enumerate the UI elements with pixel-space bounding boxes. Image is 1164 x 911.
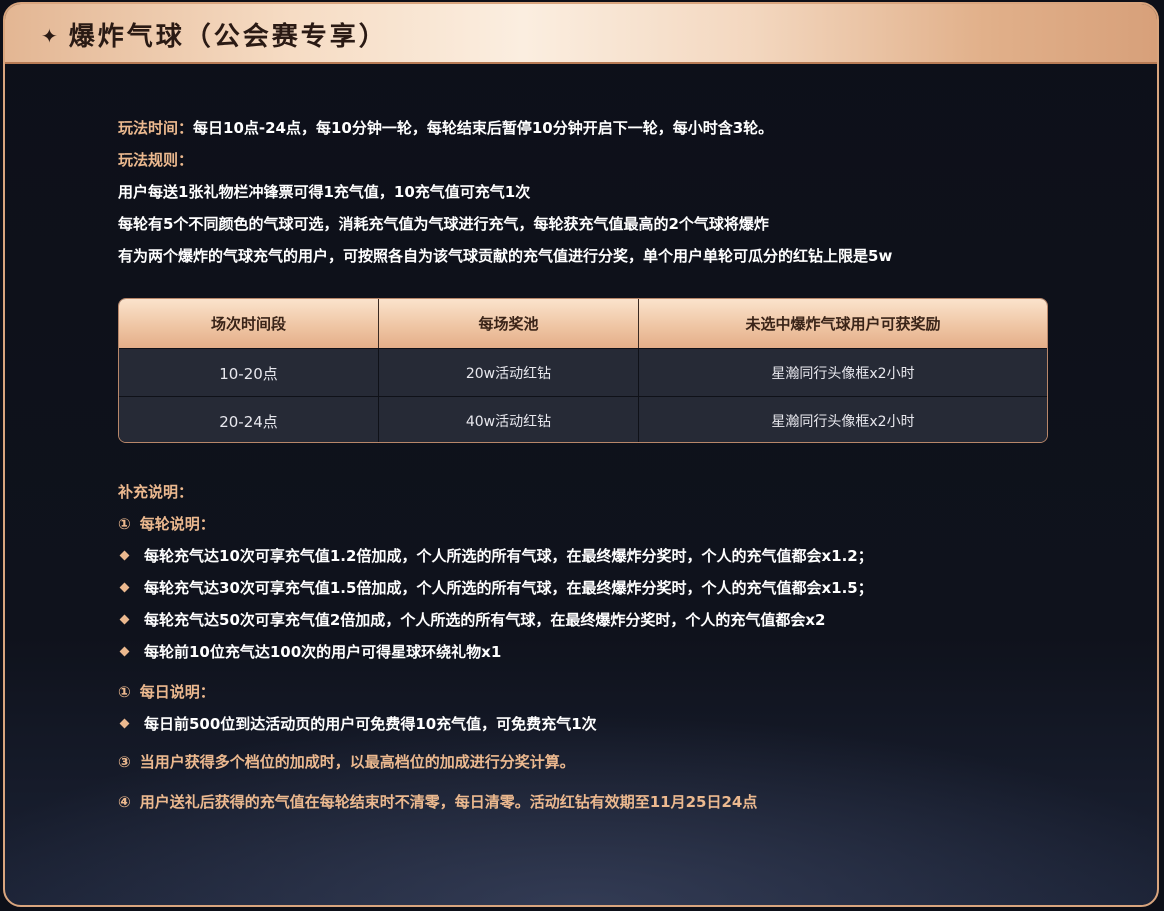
reward-table: 场次时间段 每场奖池 未选中爆炸气球用户可获奖励 10-20点 20w活动红钻 …: [118, 298, 1048, 443]
diamond-bullet-icon: [119, 550, 130, 561]
list-item: 每轮充气达50次可享充气值2倍加成，个人所选的所有气球，在最终爆炸分奖时，个人的…: [118, 609, 825, 630]
note-line: ③ 当用户获得多个档位的加成时，以最高档位的加成进行分奖计算。: [118, 751, 575, 772]
per-round-heading: ① 每轮说明：: [118, 513, 215, 534]
rule-line: 每轮有5个不同颜色的气球可选，消耗充气值为气球进行充气，每轮获充气值最高的2个气…: [118, 215, 769, 233]
rules-panel: ✦ 爆炸气球（公会赛专享） 玩法时间：每日10点-24点，每10分钟一轮，每轮结束…: [3, 2, 1159, 907]
table-row: 10-20点 20w活动红钻 星瀚同行头像框x2小时: [119, 348, 1047, 397]
panel-title: ✦ 爆炸气球（公会赛专享）: [41, 16, 388, 53]
table-cell: 20-24点: [119, 397, 379, 442]
panel-header: ✦ 爆炸气球（公会赛专享）: [5, 4, 1157, 64]
circled-number: ①: [118, 683, 131, 701]
list-item-text: 每日前500位到达活动页的用户可免费得10充气值，可免费充气1次: [144, 715, 597, 733]
notes-label: 补充说明：: [118, 483, 194, 501]
table-header-cell: 每场奖池: [379, 299, 639, 348]
circled-number: ③: [118, 753, 131, 771]
rule-line: 用户每送1张礼物栏冲锋票可得1充气值，10充气值可充气1次: [118, 183, 531, 201]
daily-label: 每日说明：: [139, 683, 215, 701]
play-time-text: 每日10点-24点，每10分钟一轮，每轮结束后暂停10分钟开启下一轮，每小时含3…: [193, 119, 774, 137]
diamond-bullet-icon: [119, 718, 130, 729]
table-cell: 星瀚同行头像框x2小时: [771, 414, 915, 430]
table-header-row: 场次时间段 每场奖池 未选中爆炸气球用户可获奖励: [119, 299, 1047, 348]
table-header-cell: 未选中爆炸气球用户可获奖励: [745, 315, 941, 333]
table-cell: 20w活动红钻: [379, 349, 639, 397]
list-item: 每轮充气达30次可享充气值1.5倍加成，个人所选的所有气球，在最终爆炸分奖时，个…: [118, 577, 873, 598]
daily-heading: ① 每日说明：: [118, 681, 215, 702]
play-rules-label: 玩法规则：: [118, 151, 194, 169]
note-text: 用户送礼后获得的充气值在每轮结束时不清零，每日清零。活动红钻有效期至11月25日…: [139, 793, 758, 811]
note-line: ④ 用户送礼后获得的充气值在每轮结束时不清零，每日清零。活动红钻有效期至11月25…: [118, 791, 757, 812]
per-round-label: 每轮说明：: [139, 515, 215, 533]
list-item-text: 每轮充气达10次可享充气值1.2倍加成，个人所选的所有气球，在最终爆炸分奖时，个…: [144, 547, 873, 565]
table-cell: 星瀚同行头像框x2小时: [771, 366, 915, 382]
list-item: 每轮前10位充气达100次的用户可得星球环绕礼物x1: [118, 641, 501, 662]
circled-number: ④: [118, 793, 131, 811]
rule-line: 有为两个爆炸的气球充气的用户，可按照各自为该气球贡献的充气值进行分奖，单个用户单…: [118, 247, 893, 265]
list-item-text: 每轮充气达50次可享充气值2倍加成，个人所选的所有气球，在最终爆炸分奖时，个人的…: [144, 611, 826, 629]
table-cell: 40w活动红钻: [379, 397, 639, 442]
panel-title-text: 爆炸气球（公会赛专享）: [68, 22, 388, 52]
note-text: 当用户获得多个档位的加成时，以最高档位的加成进行分奖计算。: [139, 753, 575, 771]
circled-number: ①: [118, 515, 131, 533]
play-time-label: 玩法时间：: [118, 119, 194, 137]
list-item-text: 每轮充气达30次可享充气值1.5倍加成，个人所选的所有气球，在最终爆炸分奖时，个…: [144, 579, 873, 597]
table-header-cell: 场次时间段: [119, 299, 379, 348]
sparkle-icon: ✦: [41, 24, 61, 48]
table-row: 20-24点 40w活动红钻 星瀚同行头像框x2小时: [119, 396, 1047, 442]
play-time-line: 玩法时间：每日10点-24点，每10分钟一轮，每轮结束后暂停10分钟开启下一轮，…: [118, 117, 773, 138]
diamond-bullet-icon: [119, 582, 130, 593]
list-item: 每轮充气达10次可享充气值1.2倍加成，个人所选的所有气球，在最终爆炸分奖时，个…: [118, 545, 873, 566]
list-item: 每日前500位到达活动页的用户可免费得10充气值，可免费充气1次: [118, 713, 597, 734]
table-cell: 10-20点: [119, 349, 379, 397]
diamond-bullet-icon: [119, 646, 130, 657]
list-item-text: 每轮前10位充气达100次的用户可得星球环绕礼物x1: [144, 643, 502, 661]
diamond-bullet-icon: [119, 614, 130, 625]
